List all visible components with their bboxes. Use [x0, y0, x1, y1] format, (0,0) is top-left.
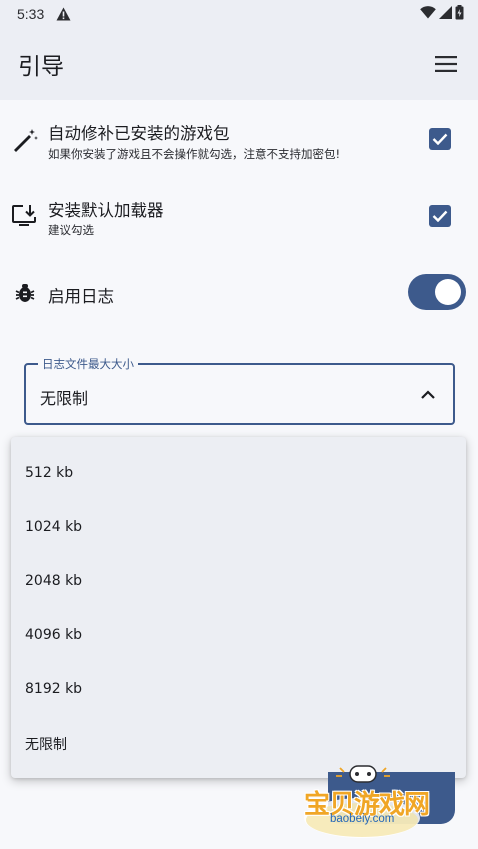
bug-icon — [12, 280, 38, 306]
setting-auto-patch[interactable]: 自动修补已安装的游戏包 如果你安装了游戏且不会操作就勾选，注意不支持加密包! — [0, 118, 478, 168]
install-device-icon — [12, 203, 38, 229]
setting-title: 自动修补已安装的游戏包 — [48, 124, 230, 143]
log-size-dropdown[interactable]: 日志文件最大大小 无限制 — [24, 356, 455, 425]
toggle-knob — [435, 279, 461, 305]
app-bar: 引导 — [0, 28, 478, 100]
watermark-url: baobeiy.com — [330, 813, 395, 825]
status-time: 5:33 — [17, 6, 45, 22]
menu-item-512kb[interactable]: 512 kb — [11, 446, 466, 500]
page-title: 引导 — [18, 54, 64, 80]
setting-title: 启用日志 — [48, 287, 114, 306]
setting-enable-log[interactable]: 启用日志 — [0, 274, 478, 312]
menu-item-1024kb[interactable]: 1024 kb — [11, 500, 466, 554]
watermark-logo: 宝贝游戏网 baobeiy.com — [300, 762, 450, 842]
menu-item-4096kb[interactable]: 4096 kb — [11, 608, 466, 662]
auto-patch-checkbox[interactable] — [429, 128, 451, 150]
chevron-up-icon[interactable] — [419, 386, 437, 404]
enable-log-toggle[interactable] — [408, 274, 466, 310]
setting-subtitle: 如果你安装了游戏且不会操作就勾选，注意不支持加密包! — [48, 147, 341, 161]
menu-item-8192kb[interactable]: 8192 kb — [11, 662, 466, 716]
dropdown-menu: 512 kb 1024 kb 2048 kb 4096 kb 8192 kb 无… — [11, 437, 466, 778]
status-icons — [420, 4, 464, 24]
menu-item-2048kb[interactable]: 2048 kb — [11, 554, 466, 608]
warning-icon — [56, 7, 71, 21]
dropdown-label: 日志文件最大大小 — [38, 356, 138, 372]
status-bar: 5:33 — [0, 0, 478, 28]
hamburger-menu-icon[interactable] — [432, 50, 460, 78]
magic-wand-icon — [12, 127, 38, 153]
battery-icon — [455, 4, 464, 24]
setting-title: 安装默认加载器 — [48, 201, 164, 220]
setting-subtitle: 建议勾选 — [48, 223, 94, 237]
wifi-icon — [420, 5, 436, 23]
install-loader-checkbox[interactable] — [429, 205, 451, 227]
setting-install-loader[interactable]: 安装默认加载器 建议勾选 — [0, 196, 478, 240]
dropdown-value: 无限制 — [40, 389, 89, 408]
signal-icon — [439, 5, 452, 23]
